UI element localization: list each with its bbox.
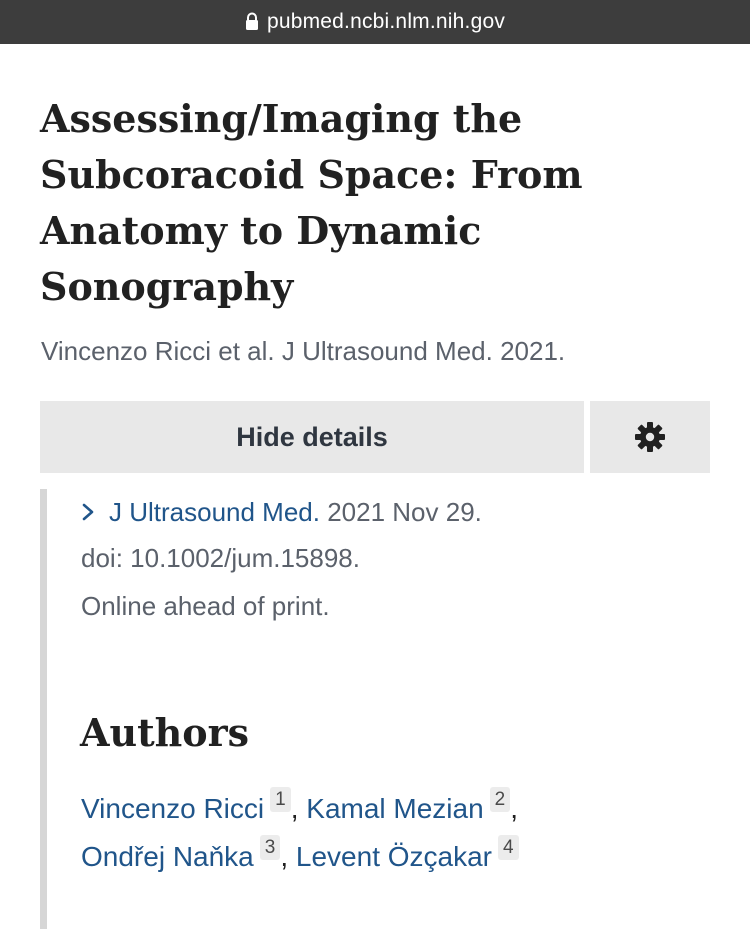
page-content: Assessing/Imaging the Subcoracoid Space:… [0,44,750,929]
author-separator: , [280,841,289,872]
affiliation-badge[interactable]: 2 [489,787,511,812]
lock-icon [245,12,258,30]
affiliation-badge[interactable]: 3 [259,835,281,860]
publication-date: 2021 Nov 29. [327,497,482,527]
authors-line-1: Vincenzo Ricci 1, Kamal Mezian 2, [81,787,519,825]
authors-line-2: Ondřej Naňka 3, Levent Özçakar 4 [81,835,519,873]
publication-status: Online ahead of print. [81,591,330,621]
author-link[interactable]: Levent Özçakar [296,841,492,872]
article-title: Assessing/Imaging the Subcoracoid Space:… [40,96,583,309]
authors-heading: Authors [80,710,250,755]
chevron-right-icon [82,503,94,521]
hide-details-button[interactable]: Hide details [40,401,584,473]
article-details-panel: J Ultrasound Med. 2021 Nov 29. doi: 10.1… [40,489,710,929]
browser-address-bar[interactable]: pubmed.ncbi.nlm.nih.gov [0,0,750,44]
affiliation-badge[interactable]: 1 [270,787,291,812]
url-text: pubmed.ncbi.nlm.nih.gov [266,10,506,33]
author-link[interactable]: Kamal Mezian [306,793,483,824]
author-separator: , [290,793,299,824]
doi-text: doi: 10.1002/jum.15898. [81,543,360,573]
journal-citation: J Ultrasound Med. 2021 Nov 29. [81,495,482,529]
affiliation-badge[interactable]: 4 [498,835,519,860]
short-citation: Vincenzo Ricci et al. J Ultrasound Med. … [41,336,566,366]
gear-icon [635,422,665,452]
author-link[interactable]: Ondřej Naňka [81,841,254,872]
author-separator: , [510,793,519,824]
settings-button[interactable] [590,401,710,473]
author-link[interactable]: Vincenzo Ricci [81,793,264,824]
journal-link[interactable]: J Ultrasound Med. [109,497,320,527]
